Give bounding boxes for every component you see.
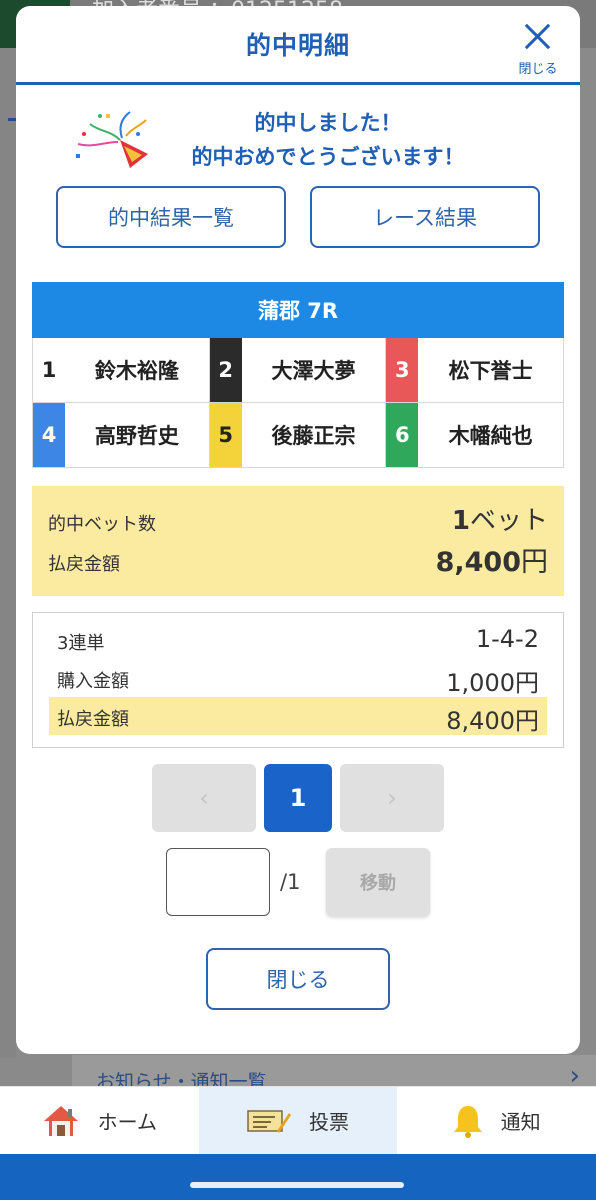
racer-cell: 2 大澤大夢: [209, 338, 387, 403]
nav-notify-label: 通知: [500, 1110, 541, 1134]
prev-page-button[interactable]: ‹: [152, 764, 256, 832]
racer-name: 木幡純也: [448, 423, 533, 448]
page-total: /1: [280, 870, 301, 894]
summary-payout-number: 8,400: [435, 547, 521, 578]
racer-cell: 6 木幡純也: [386, 402, 563, 467]
payout-value: 8,400円: [446, 707, 539, 735]
background-sidebar-marker: [8, 118, 16, 121]
congrats-line-2: 的中おめでとうございます！: [191, 145, 465, 169]
payout-label: 払戻金額: [57, 709, 129, 730]
purchase-value: 1,000円: [446, 669, 539, 697]
ticket-icon: [247, 1109, 291, 1133]
bet-count-value: 1ベット: [452, 500, 548, 537]
modal-header: 的中明細 閉じる: [16, 6, 580, 85]
racer-name: 後藤正宗: [271, 423, 356, 448]
bottom-close-button[interactable]: 閉じる: [206, 948, 390, 1010]
bet-count-number: 1: [451, 506, 470, 536]
congrats-message: 的中しました！ 的中おめでとうございます！: [16, 106, 580, 174]
racer-number: 2: [209, 338, 242, 402]
bet-count-unit: ベット: [469, 506, 548, 536]
racer-number: 6: [386, 402, 419, 467]
next-page-button[interactable]: ›: [340, 764, 444, 832]
nav-home[interactable]: ホーム: [0, 1087, 199, 1154]
racer-cell: 3 松下誉士: [386, 338, 563, 403]
racer-number: 5: [209, 402, 242, 467]
racer-name: 鈴木裕隆: [94, 358, 179, 383]
system-bottom-bar: [0, 1154, 596, 1200]
racer-grid: 1 鈴木裕隆 2 大澤大夢 3 松下誉士 4 高野哲史 5 後藤正宗 6 木幡純…: [32, 338, 564, 468]
bell-icon: [453, 1105, 482, 1138]
hit-results-list-button[interactable]: 的中結果一覧: [56, 186, 286, 248]
summary-payout-value: 8,400円: [436, 540, 548, 579]
racer-number: 4: [33, 402, 65, 467]
congrats-line-1: 的中しました！: [254, 111, 402, 135]
background-sidebar: [0, 48, 16, 1058]
page-number-input[interactable]: [166, 848, 270, 916]
purchase-label: 購入金額: [57, 671, 129, 692]
home-indicator[interactable]: [190, 1182, 404, 1188]
race-title: 蒲郡 7R: [32, 282, 564, 338]
move-page-button[interactable]: 移動: [326, 848, 430, 916]
race-results-button[interactable]: レース結果: [310, 186, 540, 248]
bottom-navigation: ホーム 投票 通知: [0, 1086, 596, 1154]
racer-name: 高野哲史: [94, 423, 179, 448]
modal-title: 的中明細: [245, 31, 350, 60]
racer-cell: 5 後藤正宗: [209, 402, 387, 467]
notice-list-link[interactable]: お知らせ・通知一覧 ›: [72, 1054, 596, 1093]
close-button[interactable]: 閉じる: [514, 18, 562, 78]
bet-type-row: 3連単 1-4-2: [49, 621, 547, 659]
hit-summary: 的中ベット数 1ベット 払戻金額 8,400円: [32, 486, 564, 596]
racer-cell: 4 高野哲史: [33, 402, 210, 467]
racer-name: 大澤大夢: [271, 358, 356, 383]
summary-payout-label: 払戻金額: [48, 554, 120, 575]
home-icon: [43, 1105, 78, 1136]
nav-notify[interactable]: 通知: [397, 1087, 596, 1154]
racer-number: 3: [386, 338, 419, 402]
hit-detail-modal: 的中明細 閉じる 的中しました！ 的中おめでとうございます！ 的中結果一覧 レー…: [16, 6, 580, 1054]
racer-name: 松下誉士: [448, 358, 533, 383]
payout-row: 払戻金額 8,400円: [49, 697, 547, 735]
bet-combination: 1-4-2: [475, 625, 539, 653]
nav-vote-label: 投票: [309, 1110, 349, 1134]
nav-home-label: ホーム: [97, 1110, 158, 1134]
purchase-row: 購入金額 1,000円: [49, 659, 547, 697]
racer-number: 1: [33, 338, 65, 402]
bet-type: 3連単: [57, 633, 105, 654]
summary-payout-unit: 円: [521, 547, 548, 578]
racer-cell: 1 鈴木裕隆: [33, 338, 210, 403]
bet-count-label: 的中ベット数: [48, 514, 156, 535]
bet-detail: 3連単 1-4-2 購入金額 1,000円 払戻金額 8,400円: [32, 612, 564, 748]
current-page-button[interactable]: 1: [264, 764, 332, 832]
nav-vote[interactable]: 投票: [198, 1087, 398, 1154]
close-button-label: 閉じる: [518, 62, 558, 77]
